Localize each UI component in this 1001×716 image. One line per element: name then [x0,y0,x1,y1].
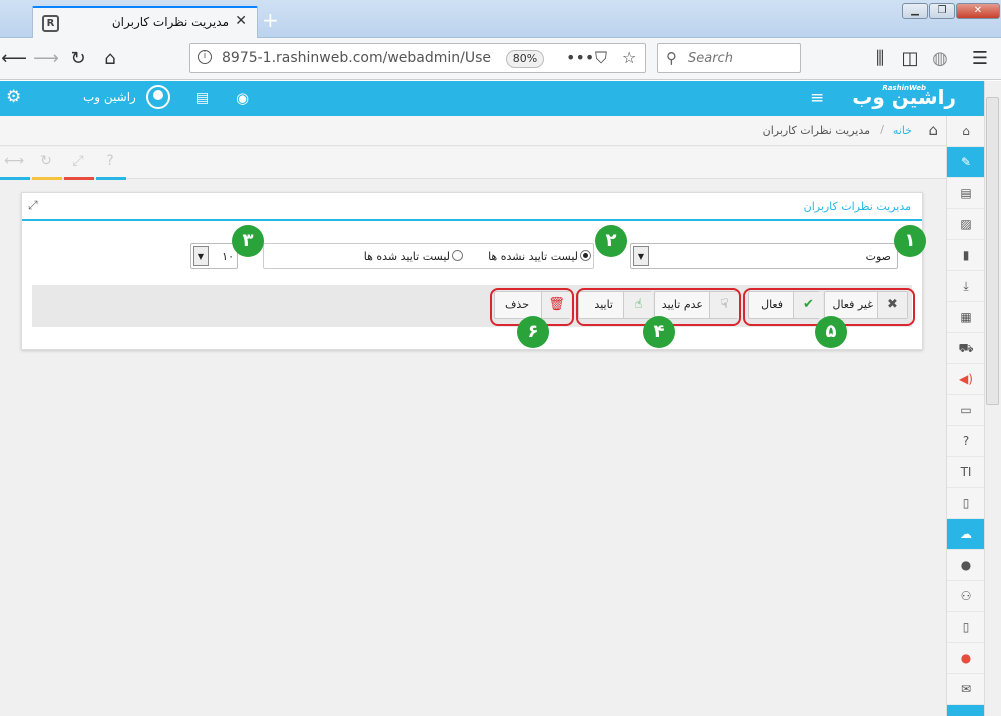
logo[interactable]: RashinWeb راشین وب [852,84,956,109]
page-size-value: ۱۰ [222,250,234,263]
type-select-value: صوت [865,250,891,263]
library-icon[interactable]: ⫼ [866,46,894,72]
badge-1: ۱ [894,225,926,257]
sidebar-item-question[interactable]: ? [947,426,984,457]
sidebar-item-cart[interactable]: ⛟ [947,333,984,364]
resize-icon[interactable]: ⟷ [0,153,30,180]
home-icon[interactable]: ⌂ [928,121,938,139]
list-filter-radio-group: لیست تایید نشده ها لیست تایید شده ها [263,243,594,269]
url-bar[interactable]: i 8975-1.rashinweb.com/webadmin/User( 80… [189,43,646,73]
back-icon[interactable]: ⟵ [0,46,28,72]
window-close-button[interactable]: ✕ [956,3,1000,19]
sidebar-item-chat[interactable]: ● [947,643,984,674]
sidebar-item-monitor[interactable]: ▭ [947,395,984,426]
badge-5: ۵ [815,316,847,348]
page-actions-icon[interactable]: ••• [566,48,594,67]
user-name[interactable]: راشین وب [83,90,136,104]
favicon-icon: R [42,15,59,32]
site-info-icon[interactable]: i [198,50,212,64]
maximize-button[interactable]: ❐ [929,3,955,19]
breadcrumb: ⌂ خانه / مدیریت نظرات کاربران [0,116,946,146]
panel-header: مدیریت نظرات کاربران ⤢ [22,193,922,221]
breadcrumb-separator: / [880,123,884,136]
forward-icon[interactable]: ⟶ [32,46,60,72]
browser-tab-bar: R مدیریت نظرات کاربران ✕ + ▁ ❐ ✕ [0,0,1001,38]
radio-dot-icon[interactable] [580,250,591,261]
chevron-down-icon[interactable]: ▼ [193,246,209,266]
sidebar-item-user[interactable]: ● [947,550,984,581]
globe-icon[interactable]: ◉ [236,89,249,107]
scrollbar-thumb[interactable] [986,97,999,405]
search-input[interactable] [688,49,793,67]
menu-toggle-icon[interactable]: ≡ [810,88,824,108]
minimize-button[interactable]: ▁ [902,3,928,19]
sidebar-item-audio[interactable]: ◀) [947,364,984,395]
sidebar-item-film[interactable]: ▦ [947,302,984,333]
tab-title: مدیریت نظرات کاربران [111,15,229,29]
bookmark-star-icon[interactable]: ☆ [622,48,636,67]
avatar[interactable] [146,85,170,109]
expand-icon[interactable]: ⤢ [28,198,38,213]
badge-3: ۳ [232,225,264,257]
globe-icon[interactable]: ◍ [926,46,954,72]
radio-dot-icon[interactable] [452,250,463,261]
radio-unapproved[interactable]: لیست تایید نشده ها [488,250,591,263]
home-icon[interactable]: ⌂ [96,46,124,72]
right-sidebar: ⌂ ✎ ▤ ▨ ▮ ⤓ ▦ ⛟ ◀) ▭ ? TI ▯ ☁ ● ⚇ ▯ ● ✉ … [946,116,984,716]
browser-nav-bar: ⟵ ⟶ ↻ ⌂ i 8975-1.rashinweb.com/webadmin/… [0,38,1001,80]
reload-icon[interactable]: ↻ [64,46,92,72]
sidebar-item-document[interactable]: ▯ [947,488,984,519]
new-tab-button[interactable]: + [262,8,279,32]
refresh-icon[interactable]: ↻ [32,153,62,180]
badge-6: ۶ [517,316,549,348]
sidebar-item-mobile[interactable]: ▯ [947,612,984,643]
settings-gear-icon[interactable]: ⚙ [6,87,21,107]
browser-tab[interactable]: R مدیریت نظرات کاربران ✕ [32,6,258,38]
breadcrumb-home-link[interactable]: خانه [893,124,912,137]
sidebar-item-comments[interactable]: ☁ [947,519,984,550]
search-box[interactable]: ⚲ [657,43,801,73]
badge-2: ۲ [595,225,627,257]
sidebar-item-add-user[interactable]: ⚇ [947,581,984,612]
badge-4: ۴ [643,316,675,348]
sidebar-item-image[interactable]: ▨ [947,209,984,240]
breadcrumb-current: مدیریت نظرات کاربران [762,124,870,137]
pocket-icon[interactable]: ⛉ [595,48,607,68]
chevron-down-icon[interactable]: ▼ [633,246,649,266]
sidebar-item-file[interactable]: ▮ [947,240,984,271]
sidebar-item-download[interactable]: ⤓ [947,271,984,302]
sidebar-item-edit[interactable]: ✎ [947,147,984,178]
sidebar-item-text[interactable]: TI [947,457,984,488]
tab-close-icon[interactable]: ✕ [235,13,247,29]
page-size-select[interactable]: ▼ ۱۰ [190,243,238,269]
panel-title: مدیریت نظرات کاربران [803,200,911,213]
radio-approved[interactable]: لیست تایید شده ها [364,250,463,263]
card-icon[interactable]: ▤ [196,90,209,106]
search-icon: ⚲ [666,49,677,67]
admin-top-bar: ⚙ راشین وب ▤ ◉ ≡ RashinWeb راشین وب [0,81,984,116]
type-select[interactable]: ▼ صوت [630,243,898,269]
zoom-indicator[interactable]: 80% [506,50,544,68]
fullscreen-icon[interactable]: ⤢ [64,153,94,180]
admin-page: ⚙ راشین وب ▤ ◉ ≡ RashinWeb راشین وب ⌂ خان… [0,81,984,716]
sidebar-item-folder[interactable]: ▰ [947,705,984,716]
sidebar-item-home[interactable]: ⌂ [947,116,984,147]
sidebar-item-card[interactable]: ▤ [947,178,984,209]
sidebar-toggle-icon[interactable]: ◫ [896,46,924,72]
menu-icon[interactable]: ☰ [966,46,994,72]
sidebar-item-mail[interactable]: ✉ [947,674,984,705]
help-icon[interactable]: ? [96,153,126,180]
page-toolbar: ⟷ ↻ ⤢ ? [0,147,946,180]
url-text[interactable]: 8975-1.rashinweb.com/webadmin/User( [222,50,492,66]
